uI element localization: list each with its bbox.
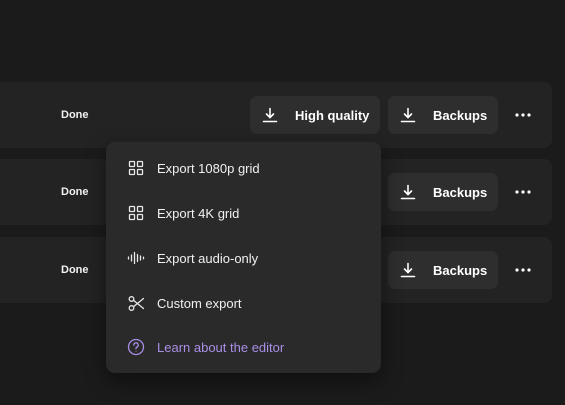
menu-item-export-4k-grid[interactable]: Export 4K grid: [106, 193, 381, 233]
backups-download-button[interactable]: Backups: [388, 251, 498, 289]
high-quality-label: High quality: [295, 107, 370, 123]
more-horizontal-icon: [515, 113, 531, 117]
menu-item-label: Export audio-only: [157, 250, 259, 266]
status-label: Done: [61, 264, 89, 276]
download-icon: [261, 106, 279, 124]
export-options-menu: Export 1080p grid Export 4K grid Export …: [106, 142, 381, 373]
menu-item-label: Export 1080p grid: [157, 160, 260, 176]
learn-about-editor-link[interactable]: Learn about the editor: [106, 327, 381, 367]
download-icon: [399, 261, 417, 279]
more-options-button[interactable]: [510, 256, 536, 284]
more-horizontal-icon: [515, 268, 531, 272]
menu-item-custom-export[interactable]: Custom export: [106, 283, 381, 323]
more-options-button[interactable]: [510, 101, 536, 129]
high-quality-download-button[interactable]: High quality: [250, 96, 380, 134]
status-label: Done: [61, 109, 89, 121]
backups-label: Backups: [433, 184, 488, 200]
more-horizontal-icon: [515, 190, 531, 194]
backups-download-button[interactable]: Backups: [388, 96, 498, 134]
grid-icon: [127, 204, 145, 222]
menu-item-export-audio-only[interactable]: Export audio-only: [106, 238, 381, 278]
scissors-icon: [127, 294, 145, 312]
export-row-1: Done High quality Backups: [0, 82, 552, 148]
menu-item-label: Custom export: [157, 295, 242, 311]
menu-item-label: Export 4K grid: [157, 205, 240, 221]
download-icon: [399, 106, 417, 124]
backups-download-button[interactable]: Backups: [388, 173, 498, 211]
grid-icon: [127, 159, 145, 177]
status-label: Done: [61, 186, 89, 198]
learn-link-label: Learn about the editor: [157, 339, 285, 355]
backups-label: Backups: [433, 107, 488, 123]
menu-item-export-1080p-grid[interactable]: Export 1080p grid: [106, 148, 381, 188]
more-options-button[interactable]: [510, 178, 536, 206]
help-circle-icon: [127, 338, 145, 356]
audio-waveform-icon: [127, 249, 145, 267]
download-icon: [399, 183, 417, 201]
backups-label: Backups: [433, 262, 488, 278]
